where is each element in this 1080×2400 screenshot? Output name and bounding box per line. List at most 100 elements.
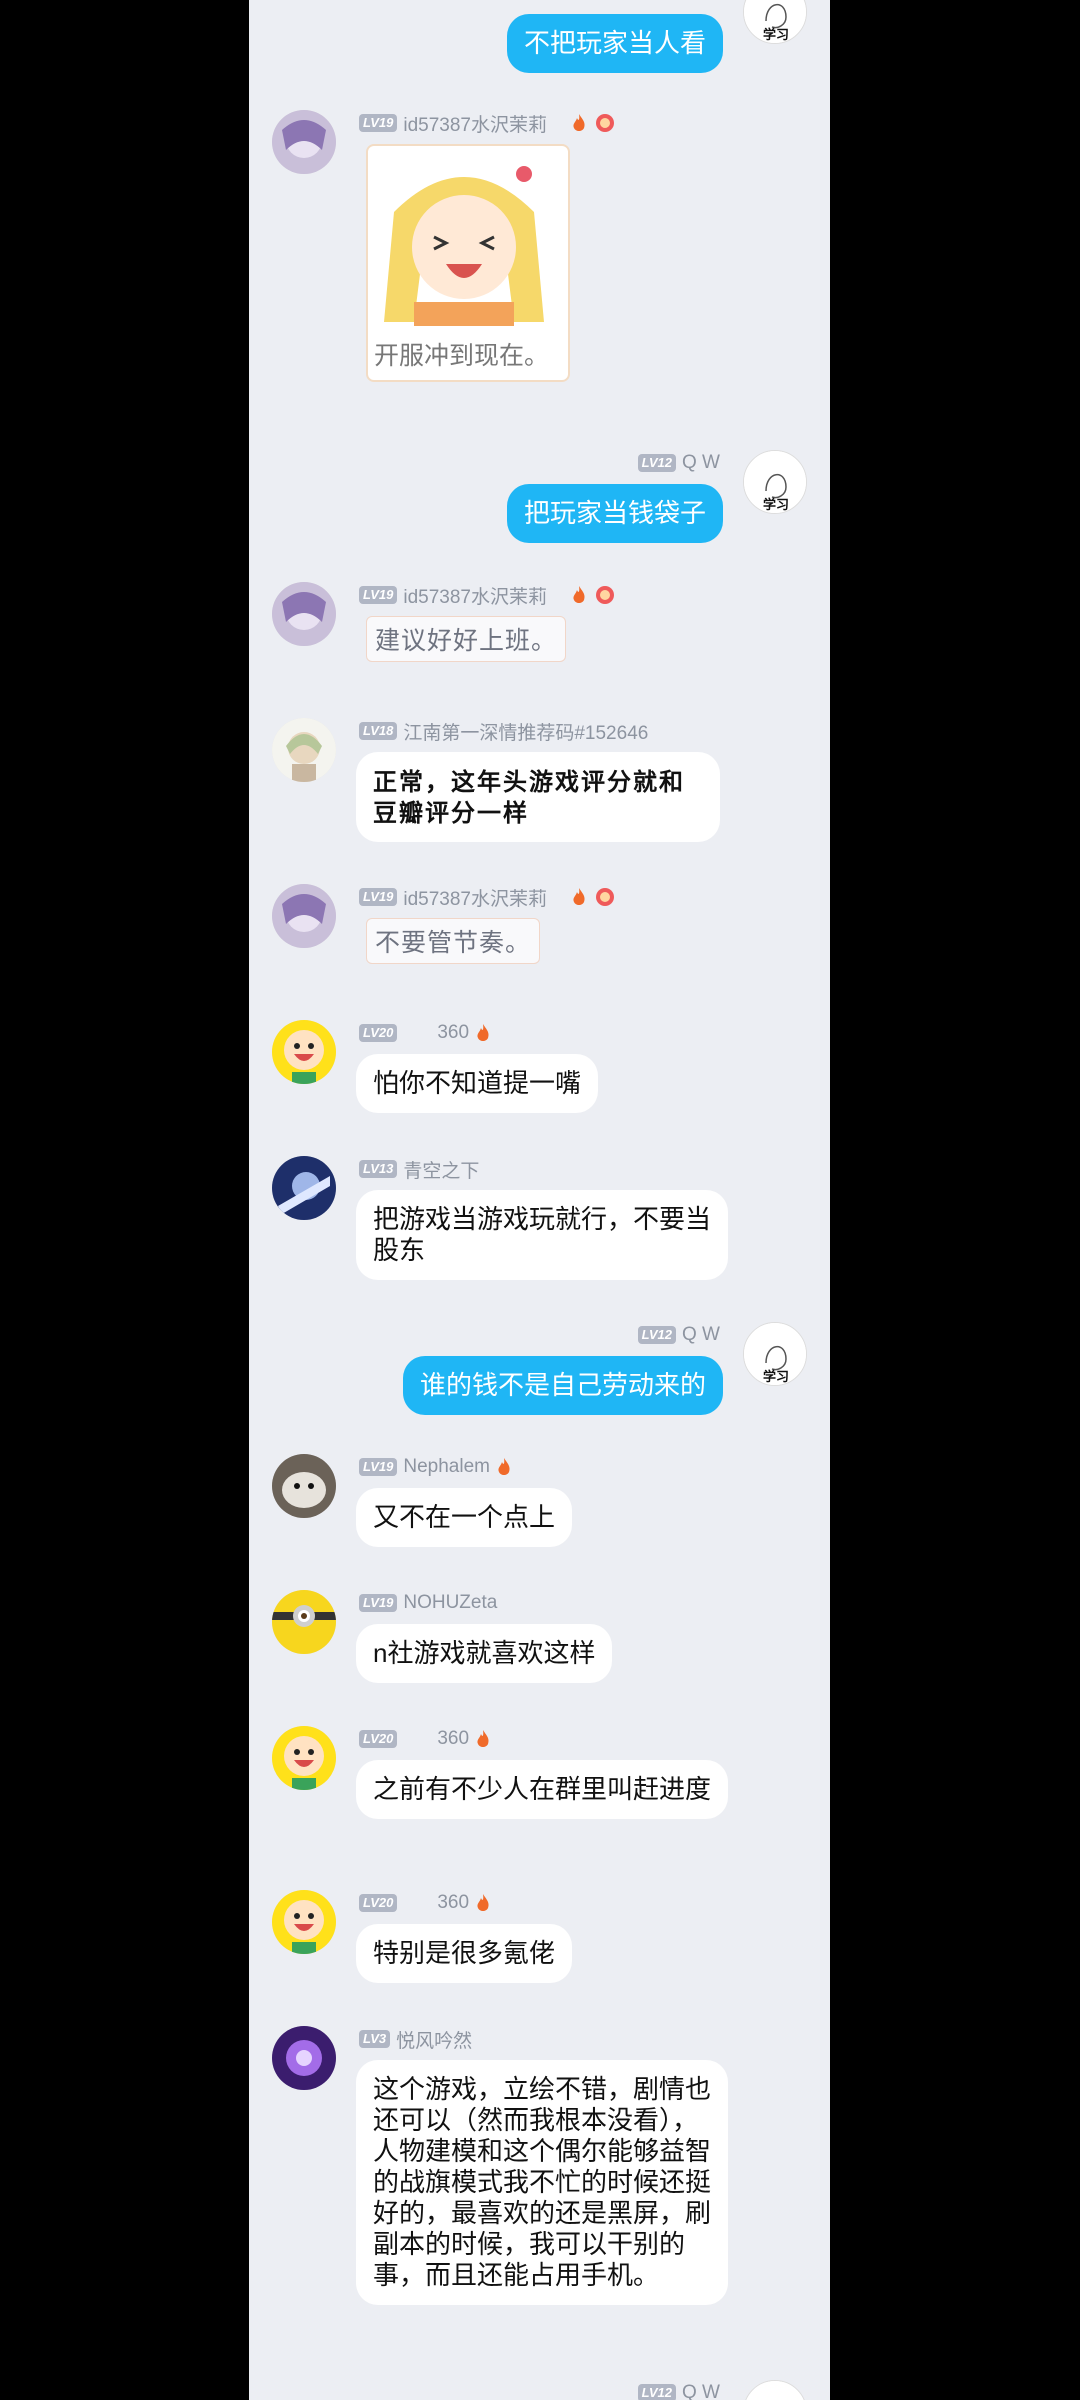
message-row: LV12 Q W <box>249 2380 830 2400</box>
sender-name[interactable]: Q W <box>682 1324 720 1346</box>
user-avatar[interactable] <box>272 1020 336 1084</box>
message-text: 这个游戏，立绘不错，剧情也还可以（然而我根本没看），人物建模和这个偶尔能够益智的… <box>373 2074 712 2290</box>
level-badge: LV19 <box>359 1458 398 1476</box>
sender-name[interactable]: Nephalem <box>403 1456 490 1478</box>
sender-meta: LV12 Q W <box>637 452 720 474</box>
sender-name[interactable]: id57387水沢茉莉 <box>403 582 547 609</box>
message-bubble[interactable]: 又不在一个点上 <box>356 1488 573 1547</box>
sender-name[interactable]: 悦风吟然 <box>396 2026 472 2053</box>
level-badge: LV20 <box>359 1894 398 1912</box>
message-row: LV20 360 特别是很多氪佬 <box>249 1890 830 2000</box>
sender-name[interactable]: 360 <box>437 1892 469 1914</box>
level-badge: LV20 <box>359 1730 398 1748</box>
message-row: LV3 悦风吟然 这个游戏，立绘不错，剧情也还可以（然而我根本没看），人物建模和… <box>249 2026 830 2356</box>
level-badge: LV12 <box>637 2384 676 2400</box>
level-badge: LV3 <box>359 2030 391 2048</box>
self-avatar[interactable]: 学习 <box>743 1322 807 1386</box>
anime-sticker-image <box>374 152 560 326</box>
sender-name[interactable]: Q W <box>682 2382 720 2400</box>
sender-meta: LV20 360 <box>359 1728 493 1750</box>
user-avatar[interactable] <box>272 1726 336 1790</box>
sender-name[interactable]: 青空之下 <box>403 1156 479 1183</box>
text-sticker[interactable]: 建议好好上班。 <box>366 616 567 662</box>
message-row: LV13 青空之下 把游戏当游戏玩就行，不要当股东 <box>249 1156 830 1296</box>
sender-meta: LV13 青空之下 <box>359 1156 479 1183</box>
message-bubble[interactable]: 正常，这年头游戏评分就和豆瓣评分一样 <box>356 752 720 842</box>
message-text: 怕你不知道提一嘴 <box>373 1068 582 1098</box>
message-text: 谁的钱不是自己劳动来的 <box>419 1370 706 1400</box>
user-avatar[interactable] <box>272 718 336 782</box>
message-text: 特别是很多氪佬 <box>373 1938 556 1968</box>
sender-meta: LV19 id57387水沢茉莉 <box>359 582 615 609</box>
message-row: 学习 LV12 Q W 把玩家当钱袋子 <box>249 450 830 560</box>
message-bubble[interactable]: 怕你不知道提一嘴 <box>356 1054 599 1113</box>
fire-icon <box>569 585 589 605</box>
sender-name[interactable]: NOHUZeta <box>403 1592 497 1614</box>
message-text: 把玩家当钱袋子 <box>523 498 706 528</box>
message-bubble[interactable]: 谁的钱不是自己劳动来的 <box>402 1356 723 1415</box>
sender-meta: LV18 江南第一深情推荐码#152646 <box>359 718 648 745</box>
user-avatar[interactable] <box>272 110 336 174</box>
message-bubble[interactable]: n社游戏就喜欢这样 <box>356 1624 613 1683</box>
sender-name[interactable]: 360 <box>437 1728 469 1750</box>
user-avatar[interactable] <box>272 2026 336 2090</box>
sender-meta: LV19 Nephalem <box>359 1456 514 1478</box>
message-bubble[interactable]: 把游戏当游戏玩就行，不要当股东 <box>356 1190 728 1280</box>
sticker-caption: 开服冲到现在。 <box>374 342 550 370</box>
user-avatar[interactable] <box>272 1890 336 1954</box>
message-row: 学习 不把玩家当人看 <box>249 0 830 80</box>
message-bubble[interactable]: 这个游戏，立绘不错，剧情也还可以（然而我根本没看），人物建模和这个偶尔能够益智的… <box>356 2060 728 2305</box>
message-row: LV20 360 怕你不知道提一嘴 <box>249 1020 830 1130</box>
self-avatar[interactable] <box>743 2380 807 2400</box>
sender-meta: LV19 id57387水沢茉莉 <box>359 110 615 137</box>
sender-meta: LV19 id57387水沢茉莉 <box>359 884 615 911</box>
svg-text:学习: 学习 <box>763 27 789 43</box>
fire-icon <box>569 887 589 907</box>
message-row: LV19 Nephalem 又不在一个点上 <box>249 1454 830 1564</box>
sender-name[interactable]: id57387水沢茉莉 <box>403 110 547 137</box>
level-badge: LV19 <box>359 586 398 604</box>
chat-area[interactable]: 学习 不把玩家当人看 LV19 id57387水沢茉莉 开服冲到现在。 学习 L… <box>249 0 830 2400</box>
level-badge: LV19 <box>359 888 398 906</box>
fire-icon <box>473 1893 493 1913</box>
user-avatar[interactable] <box>272 884 336 948</box>
fire-icon <box>473 1729 493 1749</box>
medal-icon <box>595 887 615 907</box>
level-badge: LV20 <box>359 1024 398 1042</box>
self-avatar[interactable]: 学习 <box>743 450 807 514</box>
user-avatar[interactable] <box>272 582 336 646</box>
message-row: LV19 NOHUZeta n社游戏就喜欢这样 <box>249 1590 830 1700</box>
message-bubble[interactable]: 特别是很多氪佬 <box>356 1924 573 1983</box>
user-avatar[interactable] <box>272 1590 336 1654</box>
message-text: n社游戏就喜欢这样 <box>373 1638 596 1668</box>
fire-icon <box>494 1457 514 1477</box>
sender-meta: LV3 悦风吟然 <box>359 2026 472 2053</box>
level-badge: LV12 <box>637 1326 676 1344</box>
svg-text:学习: 学习 <box>763 497 789 513</box>
message-bubble[interactable]: 不把玩家当人看 <box>506 14 723 73</box>
sender-name[interactable]: Q W <box>682 452 720 474</box>
message-bubble[interactable]: 把玩家当钱袋子 <box>506 484 723 543</box>
sender-name[interactable]: id57387水沢茉莉 <box>403 884 547 911</box>
message-text: 正常，这年头游戏评分就和豆瓣评分一样 <box>373 767 685 827</box>
level-badge: LV12 <box>637 454 676 472</box>
sender-meta: LV12 Q W <box>637 1324 720 1346</box>
message-text: 又不在一个点上 <box>373 1502 556 1532</box>
svg-text:学习: 学习 <box>763 1369 789 1385</box>
user-avatar[interactable] <box>272 1156 336 1220</box>
sender-meta: LV12 Q W <box>637 2382 720 2400</box>
user-avatar[interactable] <box>272 1454 336 1518</box>
message-text: 之前有不少人在群里叫赶进度 <box>373 1774 712 1804</box>
sticker-card[interactable]: 开服冲到现在。 <box>366 144 570 382</box>
message-row: LV19 id57387水沢茉莉 不要管节奏。 <box>249 884 830 984</box>
message-row: LV18 江南第一深情推荐码#152646 正常，这年头游戏评分就和豆瓣评分一样 <box>249 718 830 858</box>
message-text: 不把玩家当人看 <box>523 28 706 58</box>
sender-meta: LV19 NOHUZeta <box>359 1592 497 1614</box>
self-avatar[interactable]: 学习 <box>743 0 807 44</box>
text-sticker[interactable]: 不要管节奏。 <box>366 918 541 964</box>
level-badge: LV13 <box>359 1160 398 1178</box>
sender-name[interactable]: 江南第一深情推荐码#152646 <box>403 718 648 745</box>
sender-name[interactable]: 360 <box>437 1022 469 1044</box>
sender-meta: LV20 360 <box>359 1892 493 1914</box>
message-bubble[interactable]: 之前有不少人在群里叫赶进度 <box>356 1760 728 1819</box>
